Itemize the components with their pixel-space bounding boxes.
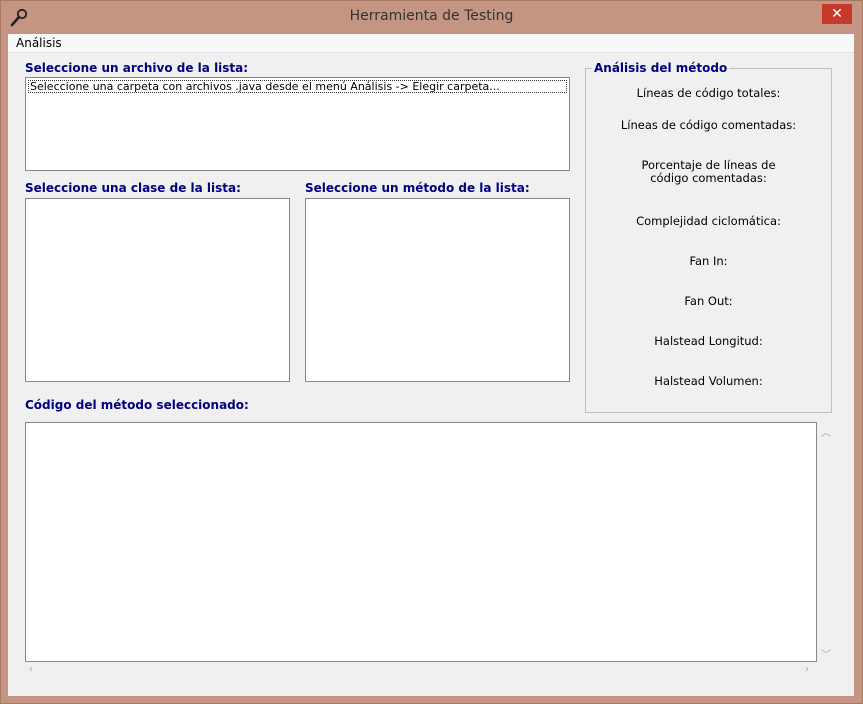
classes-label: Seleccione una clase de la lista:: [25, 181, 241, 195]
metric-comment-percentage: Porcentaje de líneas de código comentada…: [641, 158, 776, 185]
files-label: Seleccione un archivo de la lista:: [25, 61, 249, 75]
analysis-groupbox: Análisis del método Líneas de código tot…: [585, 61, 832, 413]
menu-analisis[interactable]: Análisis: [16, 36, 62, 50]
scroll-left-icon[interactable]: ‹: [29, 664, 33, 675]
code-textarea[interactable]: [25, 422, 817, 662]
metric-halstead-volume: Halstead Volumen:: [654, 374, 763, 388]
menu-bar: Análisis: [8, 34, 854, 53]
files-listbox[interactable]: Seleccione una carpeta con archivos .jav…: [25, 77, 570, 171]
metric-total-lines: Líneas de código totales:: [636, 86, 781, 100]
client-area: Análisis Seleccione un archivo de la lis…: [8, 34, 854, 696]
classes-listbox[interactable]: [25, 198, 290, 382]
vertical-scrollbar[interactable]: ︿ ﹀: [817, 422, 834, 662]
close-button[interactable]: ✕: [822, 4, 852, 24]
analysis-title: Análisis del método: [592, 61, 730, 75]
window-title: Herramienta de Testing: [349, 8, 514, 24]
app-window: Herramienta de Testing ✕ Análisis Selecc…: [0, 0, 863, 704]
metric-fan-out: Fan Out:: [684, 294, 733, 308]
scroll-right-icon[interactable]: ›: [805, 664, 809, 675]
code-label: Código del método seleccionado:: [25, 398, 249, 412]
title-bar[interactable]: Herramienta de Testing ✕: [1, 1, 862, 35]
horizontal-scrollbar[interactable]: ‹ ›: [25, 662, 817, 679]
metric-cyclomatic-complexity: Complejidad ciclomática:: [636, 214, 781, 228]
methods-label: Seleccione un método de la lista:: [305, 181, 530, 195]
metric-fan-in: Fan In:: [689, 254, 728, 268]
list-item[interactable]: Seleccione una carpeta con archivos .jav…: [28, 80, 567, 93]
scroll-down-icon[interactable]: ﹀: [821, 646, 831, 661]
scroll-up-icon[interactable]: ︿: [821, 424, 831, 439]
metric-halstead-length: Halstead Longitud:: [654, 334, 763, 348]
methods-listbox[interactable]: [305, 198, 570, 382]
metric-commented-lines: Líneas de código comentadas:: [620, 118, 797, 132]
